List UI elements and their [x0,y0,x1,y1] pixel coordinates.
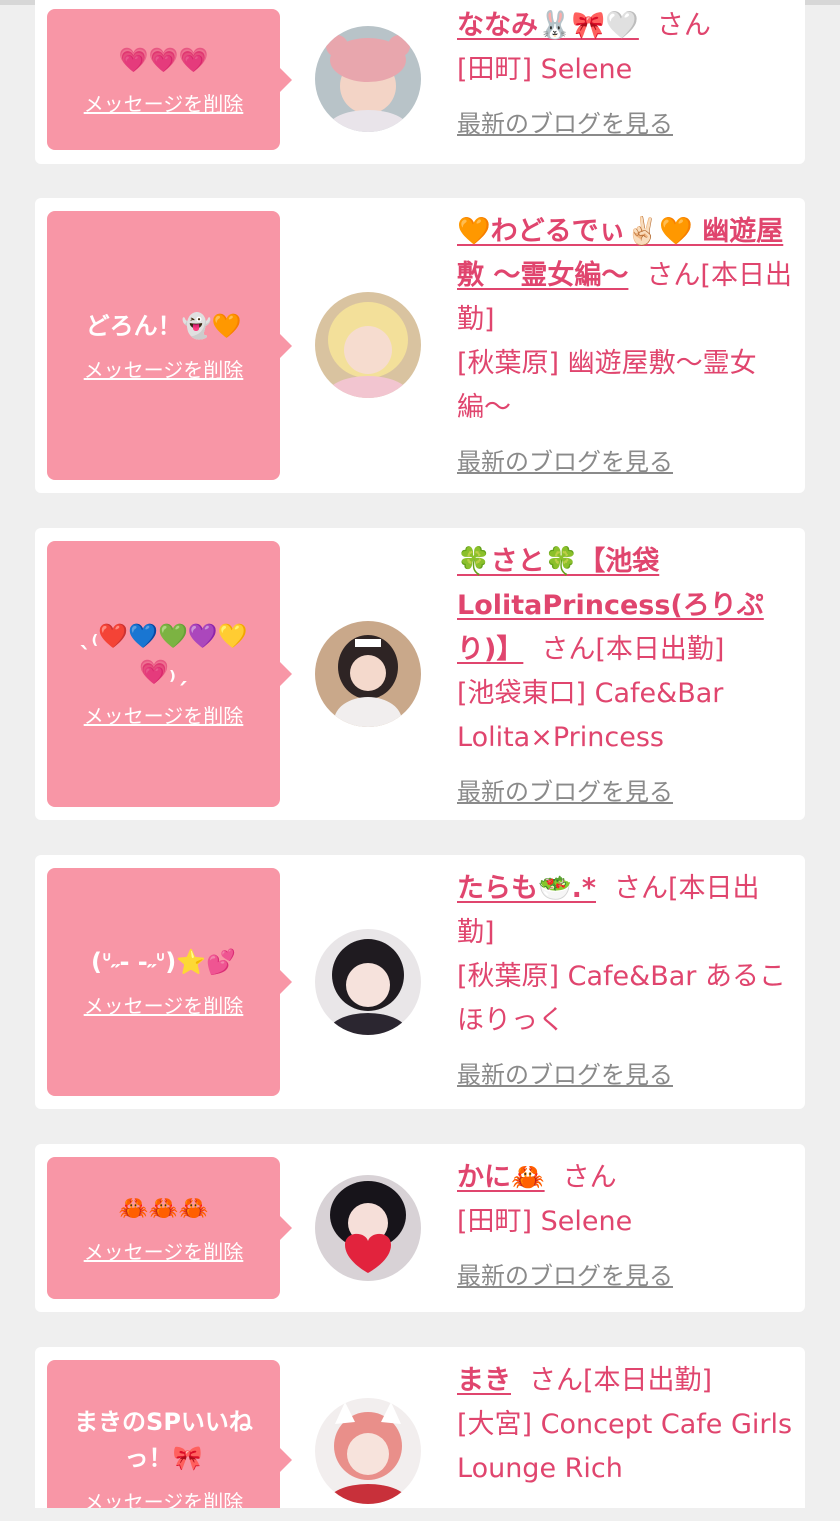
latest-blog-link[interactable]: 最新のブログを見る [457,102,673,146]
message-text: まきのSPいいねっ！🎀 [74,1408,253,1472]
entry-info: まき さん[本日出勤] [大宮] Concept Cafe Girls Loung… [457,1359,793,1491]
delete-message-link[interactable]: メッセージを削除 [84,356,244,384]
message-bubble: 🦀🦀🦀 メッセージを削除 [47,1157,292,1299]
shop-text: [秋葉原] Cafe&Bar あるこほりっく [457,961,786,1036]
delete-message-link[interactable]: メッセージを削除 [84,992,244,1020]
shop-text: [田町] Selene [457,1206,633,1237]
latest-blog-link[interactable]: 最新のブログを見る [457,770,673,814]
message-card: (ᐡ˶- -˶ᐡ)⭐️💕 メッセージを削除 たらも🥗.* さん[本日出勤] [秋葉… [35,855,805,1109]
message-bubble: どろん！👻🧡 メッセージを削除 [47,211,292,480]
cast-name-link[interactable]: かに🦀 [457,1162,545,1193]
shop-text: [田町] Selene [457,54,633,85]
message-bubble: まきのSPいいねっ！🎀 メッセージを削除 [47,1360,292,1521]
message-text: (ᐡ˶- -˶ᐡ)⭐️💕 [91,948,236,976]
message-text: どろん！👻🧡 [85,311,242,340]
delete-message-link[interactable]: メッセージを削除 [84,1238,244,1266]
message-text: 💗💗💗 [118,45,209,74]
message-bubble: 💗💗💗 メッセージを削除 [47,9,292,150]
message-card: どろん！👻🧡 メッセージを削除 🧡わどるでぃ✌🏻🧡 幽遊屋敷 〜霊女編〜 さん[本… [35,198,805,493]
honorific-text: さん[本日出勤] [541,634,725,665]
message-text: ˎ₍❤️💙💚💜💛💗₎ˏ [79,622,248,686]
bottom-edge [0,1508,840,1521]
shop-text: [秋葉原] 幽遊屋敷〜霊女編〜 [457,348,757,423]
latest-blog-link[interactable]: 最新のブログを見る [457,1254,673,1298]
avatar[interactable] [315,292,421,398]
latest-blog-link[interactable]: 最新のブログを見る [457,440,673,484]
cast-name-link[interactable]: ななみ🐰🎀🤍 [457,10,639,41]
entry-info: 🧡わどるでぃ✌🏻🧡 幽遊屋敷 〜霊女編〜 さん[本日出勤] [秋葉原] 幽遊屋敷〜… [457,210,793,484]
message-list-page: 💗💗💗 メッセージを削除 ななみ🐰🎀🤍 さん [田町] Selene 最新のブログ… [0,0,840,1521]
entry-info: かに🦀 さん [田町] Selene 最新のブログを見る [457,1156,793,1298]
entry-info: ななみ🐰🎀🤍 さん [田町] Selene 最新のブログを見る [457,4,793,146]
avatar[interactable] [315,1398,421,1504]
message-card: ˎ₍❤️💙💚💜💛💗₎ˏ メッセージを削除 🍀さと🍀【池袋LolitaPrince… [35,528,805,820]
message-bubble: (ᐡ˶- -˶ᐡ)⭐️💕 メッセージを削除 [47,868,292,1096]
message-bubble: ˎ₍❤️💙💚💜💛💗₎ˏ メッセージを削除 [47,541,292,807]
message-card: 🦀🦀🦀 メッセージを削除 かに🦀 さん [田町] Selene 最新のブログを見る [35,1144,805,1312]
message-text: 🦀🦀🦀 [118,1194,209,1222]
entry-info: たらも🥗.* さん[本日出勤] [秋葉原] Cafe&Bar あるこほりっく 最新… [457,867,793,1097]
honorific-text: さん[本日出勤] [529,1365,713,1396]
delete-message-link[interactable]: メッセージを削除 [84,702,244,730]
shop-text: [池袋東口] Cafe&Bar Lolita×Princess [457,678,724,753]
shop-text: [大宮] Concept Cafe Girls Lounge Rich [457,1409,793,1484]
avatar[interactable] [315,1175,421,1281]
cast-name-link[interactable]: たらも🥗.* [457,873,596,904]
avatar[interactable] [315,929,421,1035]
honorific-text: さん [562,1162,617,1193]
entry-info: 🍀さと🍀【池袋LolitaPrincess(ろりぷり)】 さん[本日出勤] [池袋… [457,540,793,814]
avatar[interactable] [315,26,421,132]
avatar[interactable] [315,621,421,727]
latest-blog-link[interactable]: 最新のブログを見る [457,1053,673,1097]
honorific-text: さん [656,10,711,41]
message-card: まきのSPいいねっ！🎀 メッセージを削除 まき さん[本日出勤] [大宮] Con… [35,1347,805,1521]
message-card: 💗💗💗 メッセージを削除 ななみ🐰🎀🤍 さん [田町] Selene 最新のブログ… [35,0,805,164]
cast-name-link[interactable]: まき [457,1365,511,1396]
delete-message-link[interactable]: メッセージを削除 [84,90,244,118]
